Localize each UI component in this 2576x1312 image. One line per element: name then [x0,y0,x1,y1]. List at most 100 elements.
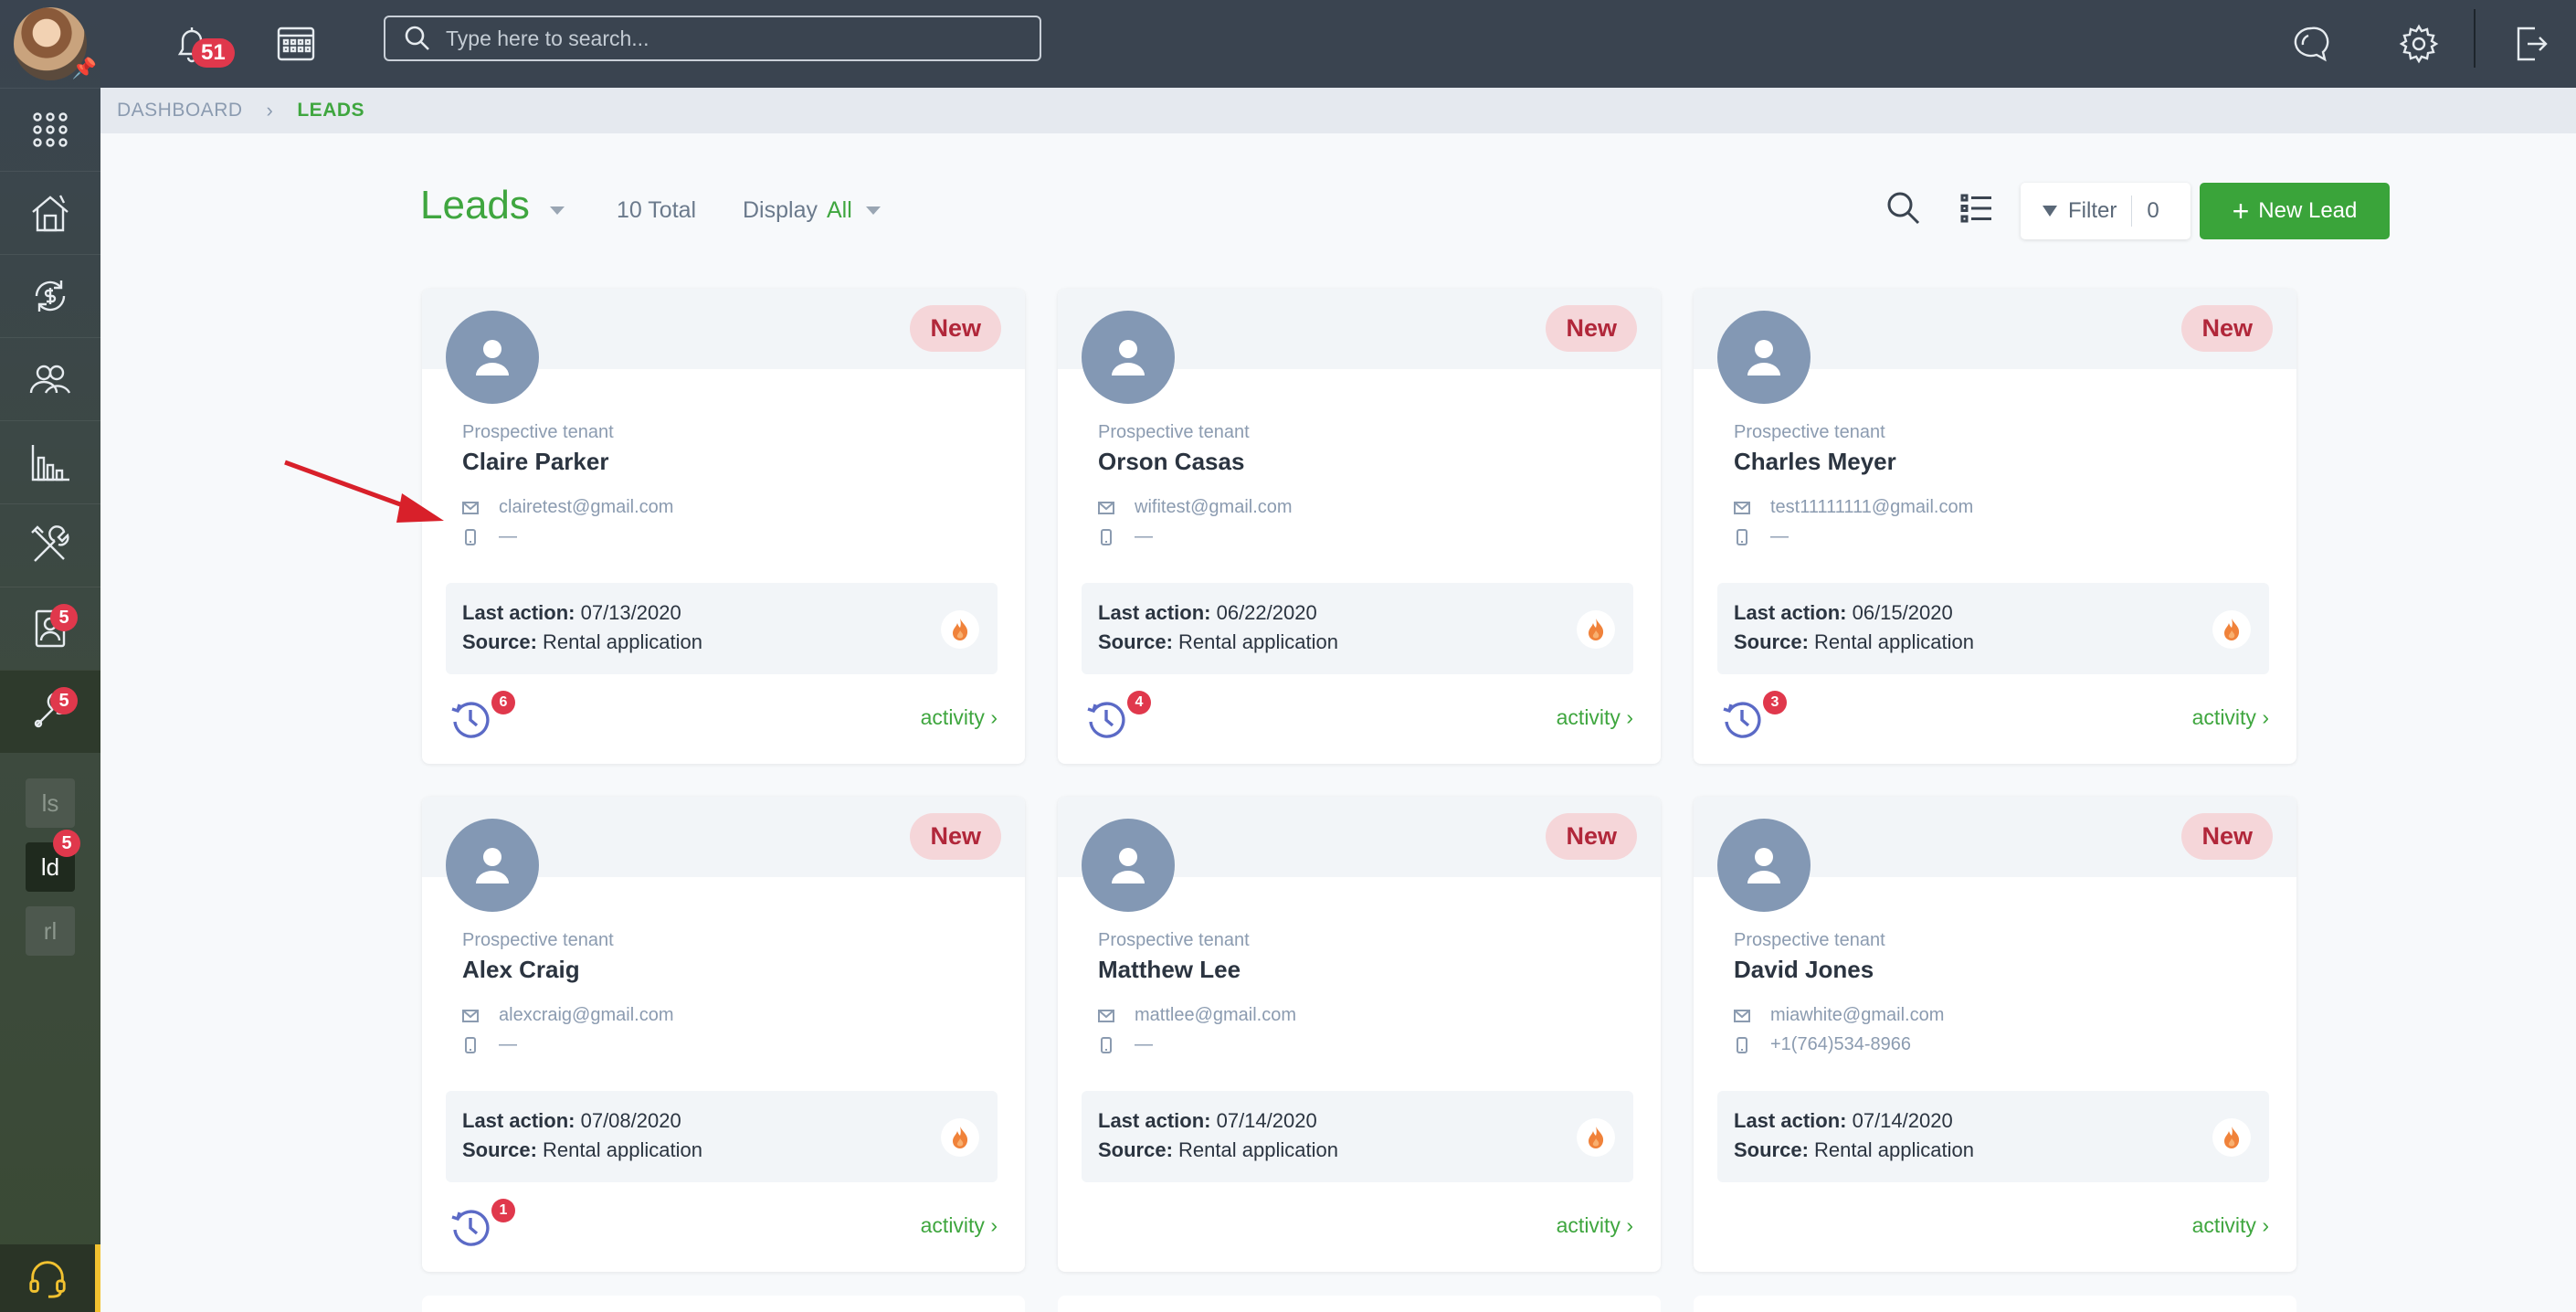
last-action-date: 06/22/2020 [1216,601,1317,624]
sidebar-mini-rl[interactable]: rl [26,906,75,956]
search-input[interactable] [446,26,994,51]
support-button[interactable] [0,1244,100,1312]
sidebar-mini-ls[interactable]: ls [26,778,75,828]
sidebar-mini-row: ls [0,771,100,835]
lead-name[interactable]: Matthew Lee [1098,956,1240,984]
last-action-label: Last action: [1098,1109,1211,1132]
status-badge: New [2181,813,2273,860]
lead-phone[interactable]: — [1135,526,1153,547]
lead-name[interactable]: Orson Casas [1098,448,1244,476]
lead-card[interactable]: New Prospective tenant Claire Parker cla… [422,289,1025,764]
lead-role: Prospective tenant [462,930,614,950]
activity-link[interactable]: activity › [921,705,998,730]
lead-email[interactable]: miawhite@gmail.com [1770,1005,1944,1026]
page-title[interactable]: Leads [420,183,530,228]
sidebar-item-applications[interactable]: 5 [0,587,100,670]
display-select[interactable]: All [827,197,852,224]
lead-email[interactable]: mattlee@gmail.com [1135,1005,1296,1026]
lead-card[interactable]: New Prospective tenant Charles Meyer tes… [1694,289,2296,764]
activity-link[interactable]: activity › [2192,705,2269,730]
lead-phone[interactable]: — [499,1034,517,1055]
new-lead-label: New Lead [2258,198,2358,223]
new-lead-button[interactable]: + New Lead [2200,183,2390,239]
reminders-button[interactable] [1721,698,1763,740]
lead-name[interactable]: Charles Meyer [1734,448,1896,476]
lead-name[interactable]: Claire Parker [462,448,608,476]
activity-label: activity [920,705,985,729]
sidebar-item-properties[interactable] [0,171,100,254]
activity-link[interactable]: activity › [921,1213,998,1238]
search-leads-button[interactable] [1884,188,1924,228]
sidebar-item-accounting[interactable] [0,254,100,337]
logout-icon [2517,26,2548,61]
reminder-count-badge: 6 [491,691,515,714]
activity-link[interactable]: activity › [2192,1213,2269,1238]
hot-lead-indicator [941,1118,979,1157]
divider [2131,196,2133,227]
envelope-icon [1734,501,1750,514]
maintenance-badge: 5 [50,687,78,714]
lead-email[interactable]: wifitest@gmail.com [1135,497,1293,518]
phone-icon [465,528,476,545]
last-action-box: Last action: 06/22/2020 Source: Rental a… [1082,583,1633,674]
source-line: Source: Rental application [1734,1138,1974,1162]
calendar-button[interactable] [269,16,323,71]
messages-button[interactable] [2284,16,2338,71]
activity-label: activity [1556,705,1621,729]
last-action-line: Last action: 07/08/2020 [462,1109,681,1133]
notification-count-badge: 51 [192,38,235,68]
breadcrumb-dashboard[interactable]: DASHBOARD [117,100,243,122]
lead-name[interactable]: David Jones [1734,956,1874,984]
sidebar-item-people[interactable] [0,337,100,420]
last-action-label: Last action: [1734,601,1847,624]
lead-phone[interactable]: +1(764)534-8966 [1770,1034,1911,1055]
reminders-button[interactable] [449,698,491,740]
clock-history-icon [451,1210,490,1246]
user-avatar-area[interactable]: 📌 [0,0,100,88]
lead-card[interactable]: New Prospective tenant Orson Casas wifit… [1058,289,1661,764]
source-value: Rental application [1814,1138,1974,1161]
caret-down-icon[interactable] [866,206,881,215]
global-search[interactable] [384,16,1041,61]
logout-button[interactable] [2503,16,2558,71]
hot-lead-indicator [1577,610,1615,649]
lead-card[interactable]: New Prospective tenant Matthew Lee mattl… [1058,797,1661,1272]
filter-icon [2043,206,2057,217]
activity-link[interactable]: activity › [1557,705,1633,730]
last-action-box: Last action: 07/14/2020 Source: Rental a… [1082,1091,1633,1182]
filter-button[interactable]: Filter 0 [2021,183,2191,239]
reminders-button[interactable] [449,1206,491,1248]
lead-card[interactable]: New Prospective tenant David Jones miawh… [1694,797,2296,1272]
caret-down-icon[interactable] [550,206,565,215]
lead-phone[interactable]: — [1135,1034,1153,1055]
phone-icon [1101,1036,1112,1053]
source-value: Rental application [1178,1138,1338,1161]
lead-email[interactable]: test11111111@gmail.com [1770,497,1973,518]
lead-name[interactable]: Alex Craig [462,956,580,984]
lead-role: Prospective tenant [1098,422,1250,442]
activity-link[interactable]: activity › [1557,1213,1633,1238]
house-icon [32,195,69,232]
status-badge: New [2181,305,2273,352]
lead-card[interactable]: New Prospective tenant Alex Craig alexcr… [422,797,1025,1272]
pin-icon[interactable]: 📌 [72,57,97,80]
settings-button[interactable] [2391,16,2446,71]
reminders-button[interactable] [1085,698,1127,740]
lead-email[interactable]: alexcraig@gmail.com [499,1005,673,1026]
sidebar-mini-ld[interactable]: ld 5 [26,830,80,892]
lead-phone[interactable]: — [1770,526,1789,547]
person-icon [476,848,509,883]
avatar [446,311,539,404]
reminder-count-badge: 3 [1763,691,1787,714]
flame-icon [2224,619,2240,640]
lead-phone[interactable]: — [499,526,517,547]
phone-row: — [1098,1034,1153,1055]
sidebar-item-apps[interactable] [0,88,100,171]
sidebar-item-maintenance[interactable]: 5 [0,670,100,753]
list-view-button[interactable] [1957,188,1997,228]
lead-email[interactable]: clairetest@gmail.com [499,497,673,518]
last-action-line: Last action: 07/14/2020 [1098,1109,1317,1133]
money-cycle-icon [35,280,66,312]
sidebar-item-reports[interactable] [0,420,100,503]
sidebar-item-tools[interactable] [0,503,100,587]
